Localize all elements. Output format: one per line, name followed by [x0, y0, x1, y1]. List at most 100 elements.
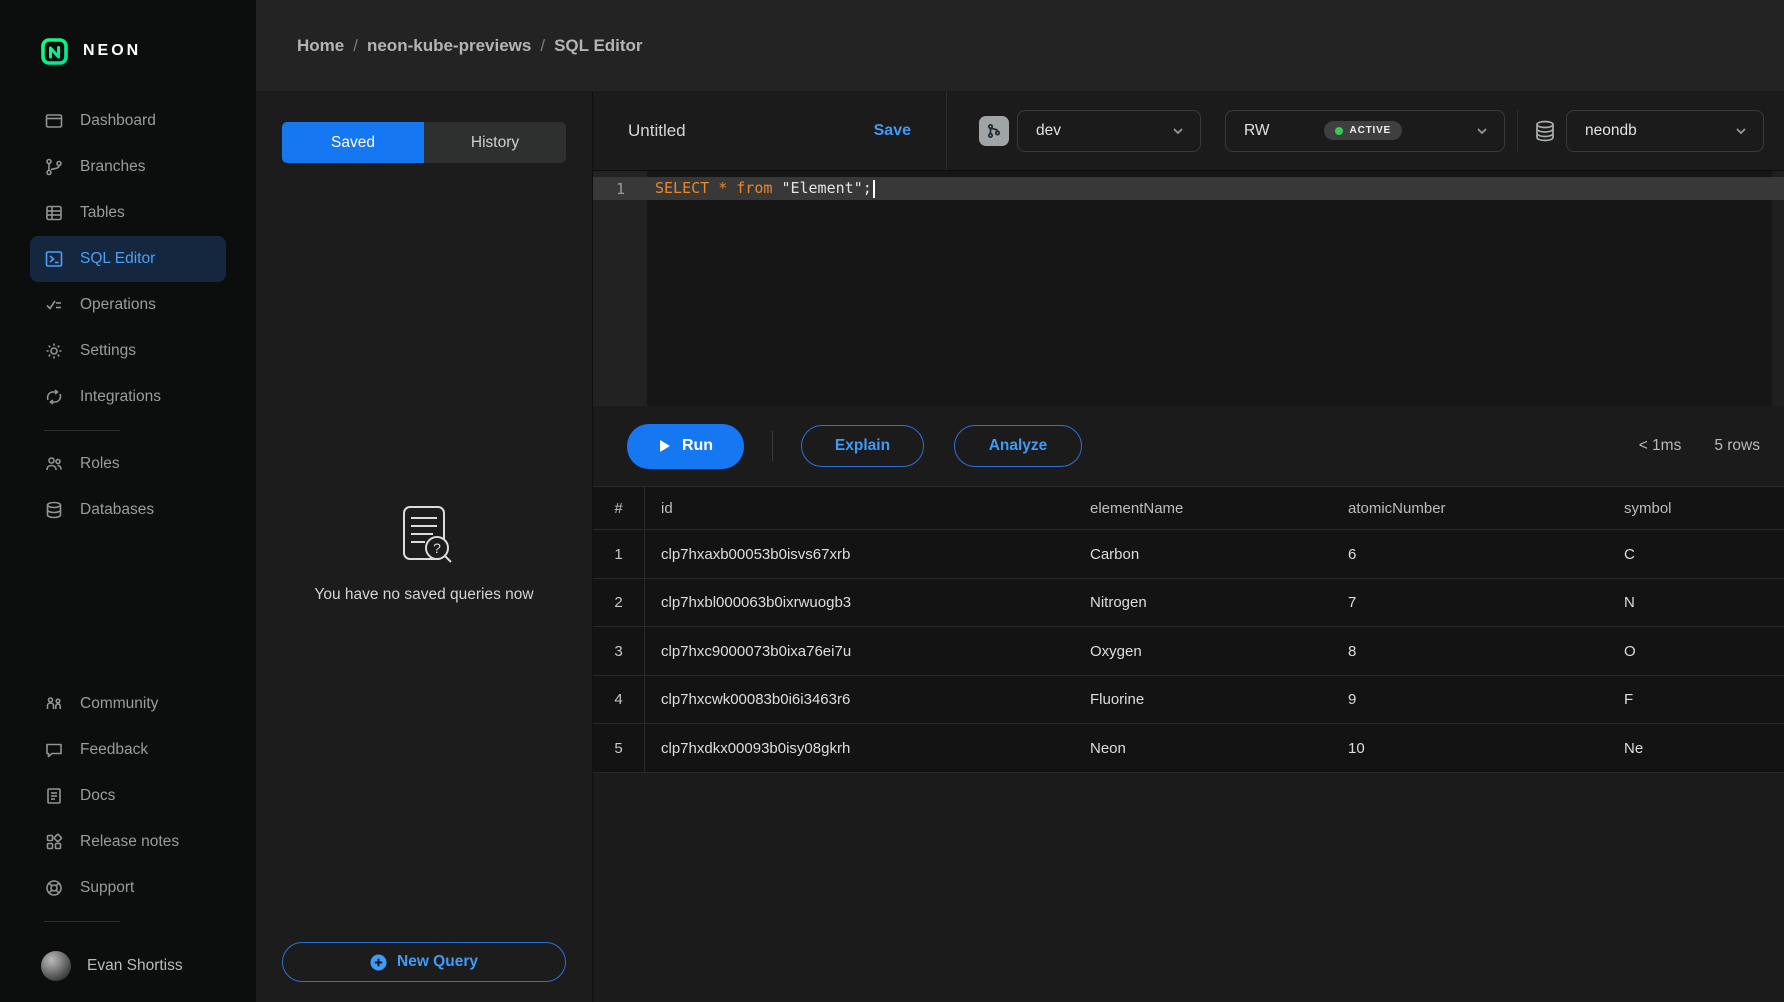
column-header-id: id: [645, 500, 1090, 517]
chevron-down-icon: [1733, 123, 1749, 139]
sql-keyword-from: from: [736, 179, 781, 197]
sidebar-item-label: Dashboard: [80, 112, 156, 130]
sidebar-item-label: SQL Editor: [80, 250, 155, 268]
column-header-index: #: [593, 487, 645, 529]
column-header-symbol: symbol: [1624, 500, 1784, 517]
sql-editor-section: Untitled Save dev RW: [593, 91, 1784, 1002]
operations-icon: [44, 295, 64, 315]
settings-icon: [44, 341, 64, 361]
sidebar-item-dashboard[interactable]: Dashboard: [30, 98, 226, 144]
cell-atomic-number: 7: [1348, 594, 1624, 611]
community-icon: [44, 694, 64, 714]
sql-keyword-select: SELECT: [655, 179, 718, 197]
column-header-element-name: elementName: [1090, 500, 1348, 517]
sidebar-item-label: Docs: [80, 787, 115, 805]
status-dot-icon: [1335, 127, 1343, 135]
sidebar-item-label: Operations: [80, 296, 156, 314]
cell-atomic-number: 10: [1348, 740, 1624, 757]
brand-wordmark: NEON: [83, 42, 141, 60]
sidebar-item-sql-editor[interactable]: SQL Editor: [30, 236, 226, 282]
sidebar-item-label: Databases: [80, 501, 154, 519]
row-index: 1: [593, 530, 645, 578]
sidebar-item-label: Tables: [80, 204, 125, 222]
save-query-button[interactable]: Save: [874, 122, 911, 140]
sidebar-item-roles[interactable]: Roles: [30, 441, 226, 487]
cell-element-name: Neon: [1090, 740, 1348, 757]
actions-divider: [772, 431, 773, 461]
neon-logo-icon: [41, 38, 68, 65]
sidebar-item-label: Community: [80, 695, 158, 713]
query-title[interactable]: Untitled: [628, 121, 686, 141]
results-table: # id elementName atomicNumber symbol 1 c…: [593, 486, 1784, 773]
line-number: 1: [593, 180, 647, 198]
column-header-atomic-number: atomicNumber: [1348, 500, 1624, 517]
sidebar-item-integrations[interactable]: Integrations: [30, 374, 226, 420]
neon-console: NEON Dashboard Branches Tables SQL Edito…: [0, 0, 1784, 1002]
user-menu[interactable]: Evan Shortiss: [30, 944, 226, 988]
breadcrumb: Home / neon-kube-previews / SQL Editor: [297, 36, 643, 56]
row-index: 5: [593, 724, 645, 772]
sidebar-item-tables[interactable]: Tables: [30, 190, 226, 236]
cell-id: clp7hxaxb00053b0isvs67xrb: [645, 546, 1090, 563]
text-cursor: [873, 180, 875, 198]
sidebar-item-databases[interactable]: Databases: [30, 487, 226, 533]
query-stats: < 1ms 5 rows: [1639, 437, 1760, 455]
branch-select[interactable]: dev: [1017, 110, 1201, 152]
table-row: 1 clp7hxaxb00053b0isvs67xrb Carbon 6 C: [593, 530, 1784, 579]
new-query-button[interactable]: New Query: [282, 942, 566, 982]
sidebar-item-label: Support: [80, 879, 134, 897]
analyze-button[interactable]: Analyze: [954, 425, 1082, 467]
breadcrumb-project[interactable]: neon-kube-previews: [367, 36, 531, 56]
release-notes-icon: [44, 832, 64, 852]
docs-icon: [44, 786, 64, 806]
saved-queries-panel: Saved History ? You have no saved que: [256, 91, 593, 1002]
cell-id: clp7hxcwk00083b0i6i3463r6: [645, 691, 1090, 708]
database-select-value: neondb: [1585, 122, 1637, 140]
sidebar-item-operations[interactable]: Operations: [30, 282, 226, 328]
row-index: 2: [593, 579, 645, 627]
tab-history[interactable]: History: [424, 122, 566, 163]
editor-scrollbar[interactable]: [1772, 171, 1784, 406]
sidebar-item-settings[interactable]: Settings: [30, 328, 226, 374]
tab-saved[interactable]: Saved: [282, 122, 424, 163]
cell-id: clp7hxc9000073b0ixa76ei7u: [645, 643, 1090, 660]
sidebar-item-support[interactable]: Support: [30, 865, 226, 911]
explain-button[interactable]: Explain: [801, 425, 924, 467]
breadcrumb-home[interactable]: Home: [297, 36, 344, 56]
table-row: 3 clp7hxc9000073b0ixa76ei7u Oxygen 8 O: [593, 627, 1784, 676]
tables-icon: [44, 203, 64, 223]
cell-id: clp7hxdkx00093b0isy08gkrh: [645, 740, 1090, 757]
run-button[interactable]: Run: [627, 424, 744, 469]
sidebar-item-branches[interactable]: Branches: [30, 144, 226, 190]
saved-queries-empty-state: ? You have no saved queries now: [256, 163, 592, 942]
sql-table-name: "Element";: [781, 179, 871, 197]
row-index: 4: [593, 676, 645, 724]
table-row: 4 clp7hxcwk00083b0i6i3463r6 Fluorine 9 F: [593, 676, 1784, 725]
cell-symbol: O: [1624, 643, 1784, 660]
cell-symbol: F: [1624, 691, 1784, 708]
branches-icon: [44, 157, 64, 177]
cell-atomic-number: 8: [1348, 643, 1624, 660]
branch-icon: [979, 116, 1009, 146]
database-select[interactable]: neondb: [1566, 110, 1764, 152]
neon-logo[interactable]: NEON: [0, 32, 256, 70]
sql-editor-icon: [44, 249, 64, 269]
sql-statement: SELECT * from "Element";: [647, 179, 875, 198]
databases-icon: [44, 500, 64, 520]
sidebar-item-label: Integrations: [80, 388, 161, 406]
cell-symbol: C: [1624, 546, 1784, 563]
breadcrumb-separator: /: [353, 36, 358, 56]
cell-symbol: Ne: [1624, 740, 1784, 757]
sidebar-item-docs[interactable]: Docs: [30, 773, 226, 819]
editor-gutter: [593, 171, 647, 406]
compute-endpoint-select[interactable]: RW ACTIVE: [1225, 110, 1505, 152]
cell-element-name: Nitrogen: [1090, 594, 1348, 611]
sidebar-item-feedback[interactable]: Feedback: [30, 727, 226, 773]
sidebar-item-community[interactable]: Community: [30, 681, 226, 727]
sql-code-editor[interactable]: 1 SELECT * from "Element";: [593, 170, 1784, 406]
table-row: 2 clp7hxbl000063b0ixrwuogb3 Nitrogen 7 N: [593, 579, 1784, 628]
breadcrumb-current-page: SQL Editor: [554, 36, 642, 56]
sidebar-item-release-notes[interactable]: Release notes: [30, 819, 226, 865]
empty-state-text: You have no saved queries now: [314, 586, 533, 604]
breadcrumb-separator: /: [540, 36, 545, 56]
